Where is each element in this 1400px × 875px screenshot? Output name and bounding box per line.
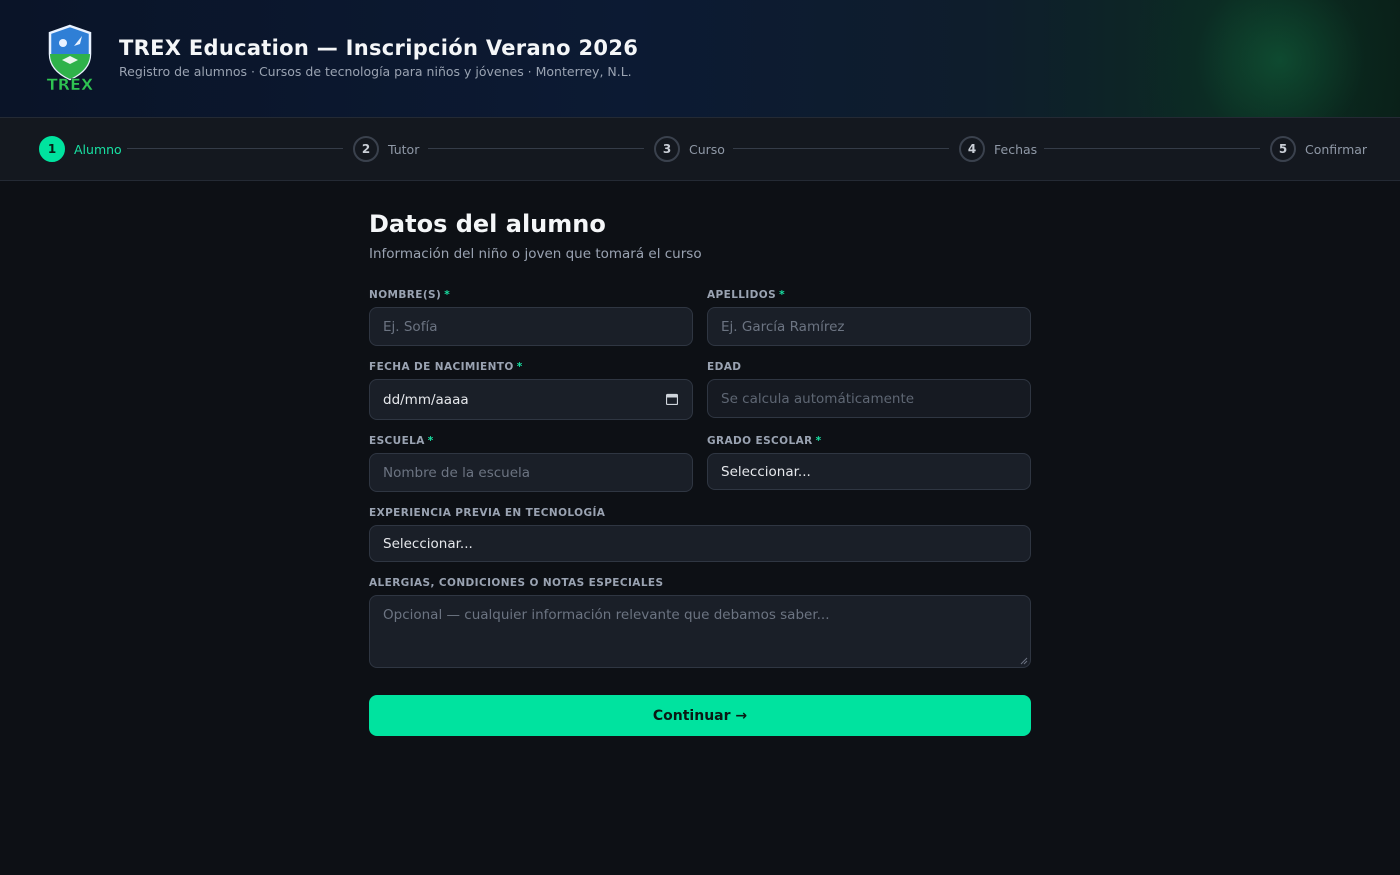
escuela-input[interactable]: Nombre de la escuela [369,453,693,492]
fecha-nacimiento-label: FECHA DE NACIMIENTO * [369,361,523,373]
step-number: 5 [1270,136,1296,162]
page-subtitle: Registro de alumnos · Cursos de tecnolog… [119,64,632,79]
step-curso[interactable]: 3 Curso [654,135,725,163]
required-marker: * [516,361,523,373]
calendar-icon[interactable] [666,393,678,405]
grado-select[interactable]: Seleccionar... [707,453,1031,490]
experiencia-select[interactable]: Seleccionar... [369,525,1031,562]
required-marker: * [815,435,822,447]
step-alumno[interactable]: 1 Alumno [39,135,122,163]
form-subtitle: Información del niño o joven que tomará … [369,246,702,262]
form-title: Datos del alumno [369,210,606,238]
step-fechas[interactable]: 4 Fechas [959,135,1037,163]
edad-label: EDAD [707,361,742,373]
app-header: TREX TREX Education — Inscripción Verano… [0,0,1400,117]
escuela-label: ESCUELA * [369,435,434,447]
notas-label: ALERGIAS, CONDICIONES O NOTAS ESPECIALES [369,577,664,589]
page-title: TREX Education — Inscripción Verano 2026 [119,36,639,60]
header-glow [1120,0,1400,117]
fecha-nacimiento-input[interactable]: dd/mm/aaaa [369,379,693,420]
step-connector [1044,148,1260,149]
resize-handle-icon[interactable] [1020,657,1028,665]
step-label: Fechas [994,141,1038,157]
nombre-input[interactable]: Ej. Sofía [369,307,693,346]
notas-textarea[interactable]: Opcional — cualquier información relevan… [369,595,1031,668]
grado-label: GRADO ESCOLAR * [707,435,822,447]
apellidos-label: APELLIDOS * [707,289,785,301]
step-label: Confirmar [1305,141,1368,157]
step-confirmar[interactable]: 5 Confirmar [1270,135,1367,163]
step-label: Curso [689,141,725,157]
required-marker: * [779,289,785,301]
continue-button[interactable]: Continuar → [369,695,1031,736]
step-connector [428,148,644,149]
required-marker: * [444,289,451,301]
edad-input: Se calcula automáticamente [707,379,1031,418]
step-number: 2 [353,136,379,162]
step-number: 4 [959,136,985,162]
svg-text:TREX: TREX [47,75,94,92]
step-connector [733,148,949,149]
step-label: Alumno [74,141,122,157]
trex-logo: TREX [47,24,94,92]
step-label: Tutor [388,141,420,157]
step-number: 1 [39,136,65,162]
apellidos-input[interactable]: Ej. García Ramírez [707,307,1031,346]
required-marker: * [427,435,434,447]
step-tutor[interactable]: 2 Tutor [353,135,419,163]
experiencia-label: EXPERIENCIA PREVIA EN TECNOLOGÍA [369,507,606,519]
step-connector [127,148,343,149]
step-number: 3 [654,136,680,162]
nombre-label: NOMBRE(S) * [369,289,451,301]
